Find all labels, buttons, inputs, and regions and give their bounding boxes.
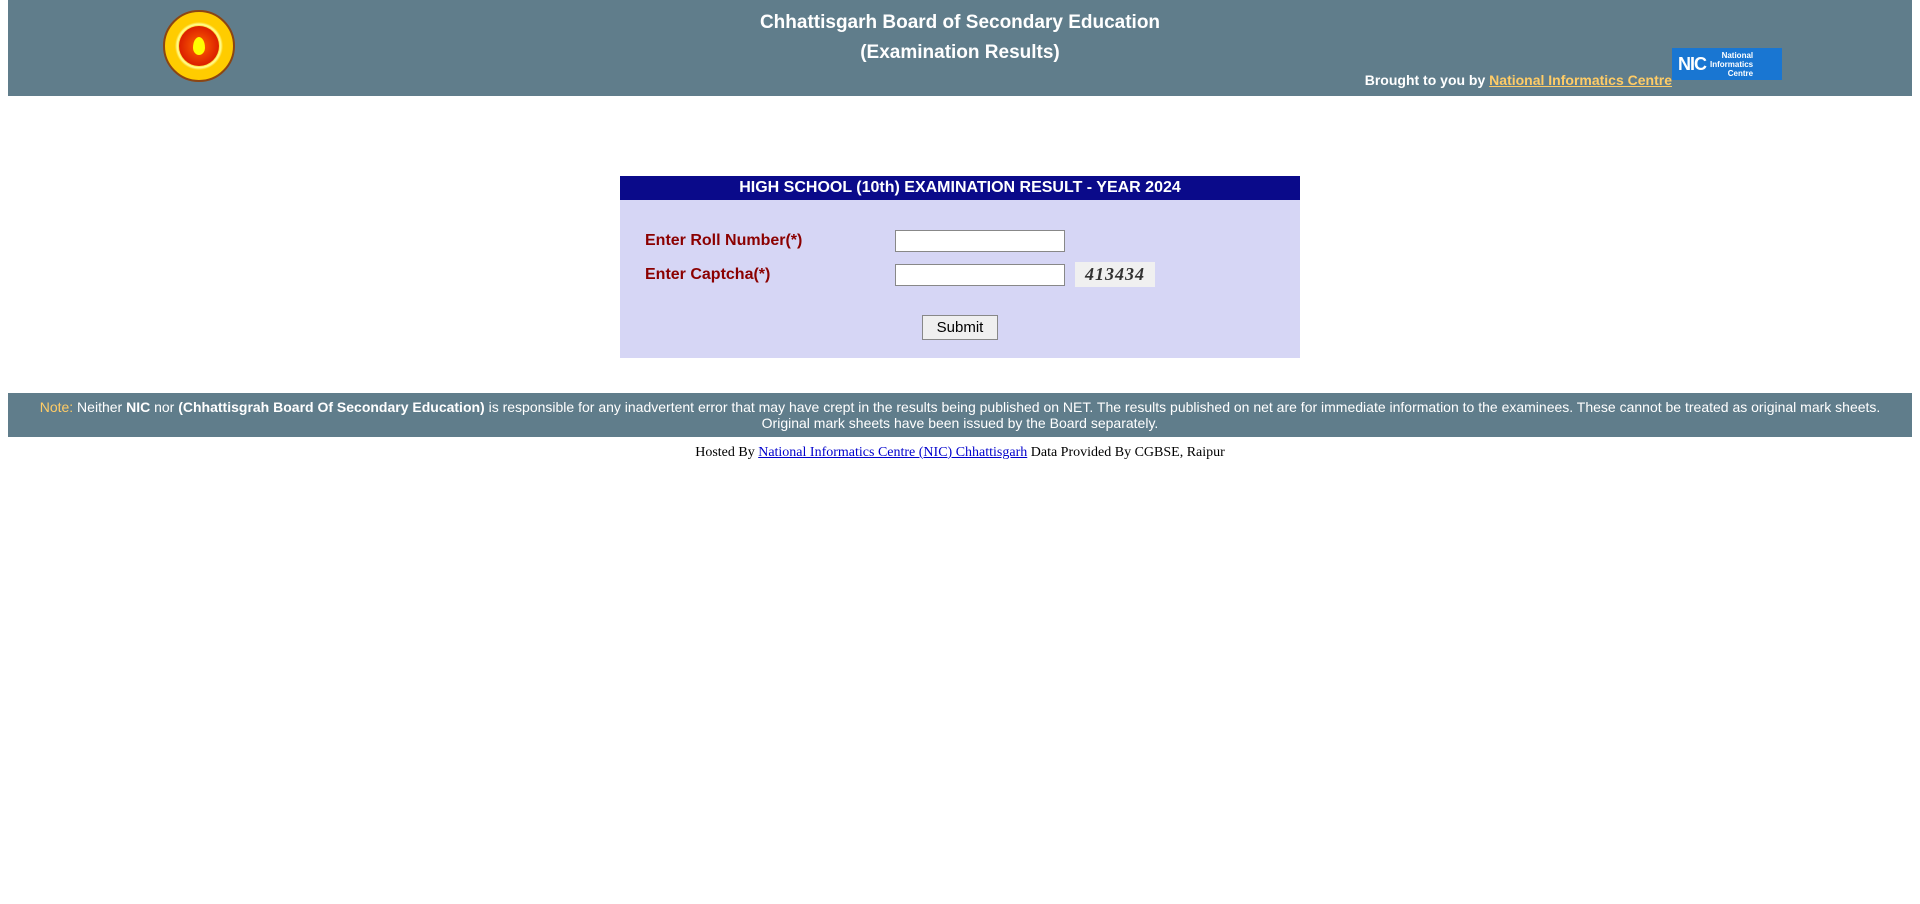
note-text2: nor xyxy=(150,399,178,415)
hosted-prefix: Hosted By xyxy=(695,445,758,460)
note-prefix: Note: xyxy=(40,399,73,415)
submit-button[interactable]: Submit xyxy=(922,315,999,340)
nic-logo-small: National Informatics Centre xyxy=(1710,51,1753,78)
nic-logo-big: NIC xyxy=(1678,54,1706,75)
captcha-image: 413434 xyxy=(1075,262,1155,287)
brought-by-prefix: Brought to you by xyxy=(1365,72,1489,88)
roll-number-row: Enter Roll Number(*) xyxy=(645,230,1275,252)
header-title: Chhattisgarh Board of Secondary Educatio… xyxy=(8,8,1912,34)
form-body: Enter Roll Number(*) Enter Captcha(*) 41… xyxy=(620,200,1300,358)
captcha-row: Enter Captcha(*) 413434 xyxy=(645,262,1275,287)
note-bold2: (Chhattisgrah Board Of Secondary Educati… xyxy=(178,399,484,415)
captcha-input[interactable] xyxy=(895,264,1065,286)
nic-logo-icon[interactable]: NIC National Informatics Centre xyxy=(1672,48,1782,80)
brought-by-line: Brought to you by National Informatics C… xyxy=(8,64,1912,88)
result-form-box: HIGH SCHOOL (10th) EXAMINATION RESULT - … xyxy=(620,176,1300,358)
captcha-label: Enter Captcha(*) xyxy=(645,266,895,284)
note-banner: Note: Neither NIC nor (Chhattisgrah Boar… xyxy=(8,393,1912,437)
note-text3: is responsible for any inadvertent error… xyxy=(485,399,1881,431)
submit-row: Submit xyxy=(645,315,1275,340)
roll-number-label: Enter Roll Number(*) xyxy=(645,232,895,250)
hosted-link[interactable]: National Informatics Centre (NIC) Chhatt… xyxy=(758,445,1027,460)
note-text1: Neither xyxy=(73,399,126,415)
data-provided: Data Provided By CGBSE, Raipur xyxy=(1027,445,1225,460)
header-subtitle: (Examination Results) xyxy=(8,34,1912,64)
form-header: HIGH SCHOOL (10th) EXAMINATION RESULT - … xyxy=(620,176,1300,200)
footer-text: Hosted By National Informatics Centre (N… xyxy=(0,437,1920,469)
note-bold1: NIC xyxy=(126,399,150,415)
nic-link[interactable]: National Informatics Centre xyxy=(1489,72,1672,88)
roll-number-input[interactable] xyxy=(895,230,1065,252)
main-content: HIGH SCHOOL (10th) EXAMINATION RESULT - … xyxy=(0,176,1920,358)
header-banner: Chhattisgarh Board of Secondary Educatio… xyxy=(8,0,1912,96)
